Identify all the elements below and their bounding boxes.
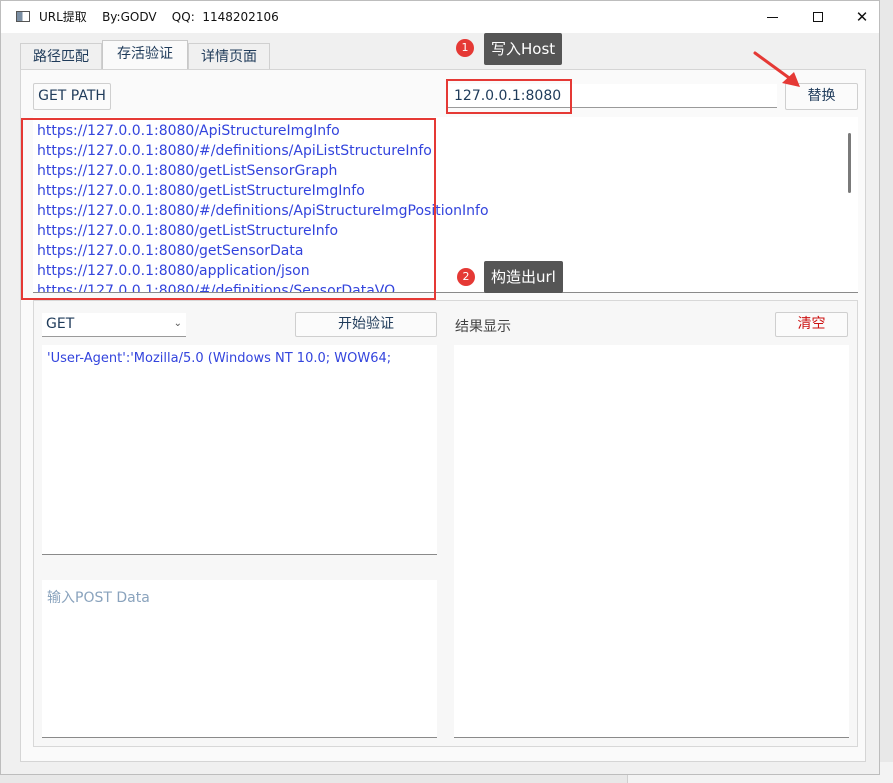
annotation-construct-url: 构造出url xyxy=(484,261,563,293)
window-title: URL提取 By:GODV QQ: 1148202106 xyxy=(39,10,279,24)
minimize-icon xyxy=(766,16,778,18)
result-label: 结果显示 xyxy=(455,319,511,335)
close-icon: ✕ xyxy=(855,8,869,26)
clear-button[interactable]: 清空 xyxy=(775,312,848,337)
url-highlight-box xyxy=(21,118,436,300)
result-textarea[interactable] xyxy=(454,345,849,738)
start-verify-button[interactable]: 开始验证 xyxy=(295,312,437,337)
chevron-down-icon: ⌄ xyxy=(173,318,182,329)
maximize-button[interactable] xyxy=(795,1,841,33)
title-bar: URL提取 By:GODV QQ: 1148202106 ✕ xyxy=(1,1,879,33)
minimize-button[interactable] xyxy=(749,1,795,33)
post-data-textarea[interactable] xyxy=(42,580,437,738)
step-badge-1: 1 xyxy=(456,39,474,57)
arrow-icon xyxy=(753,51,800,87)
app-icon xyxy=(16,11,30,22)
maximize-icon xyxy=(813,12,823,22)
tab-detail-page[interactable]: 详情页面 xyxy=(188,43,270,69)
close-button[interactable]: ✕ xyxy=(839,1,885,33)
tab-path-match[interactable]: 路径匹配 xyxy=(20,43,102,69)
step-badge-2: 2 xyxy=(457,268,475,286)
headers-textarea[interactable]: 'User-Agent':'Mozilla/5.0 (Windows NT 10… xyxy=(42,345,437,555)
annotation-write-host: 写入Host xyxy=(484,33,563,65)
tab-alive-verify[interactable]: 存活验证 xyxy=(102,40,188,69)
host-highlight-box xyxy=(446,79,572,114)
url-list-scrollbar[interactable] xyxy=(848,133,851,193)
method-select-value: GET xyxy=(46,316,75,332)
method-select[interactable]: GET ⌄ xyxy=(42,313,186,337)
get-path-button[interactable]: GET PATH xyxy=(33,83,111,110)
